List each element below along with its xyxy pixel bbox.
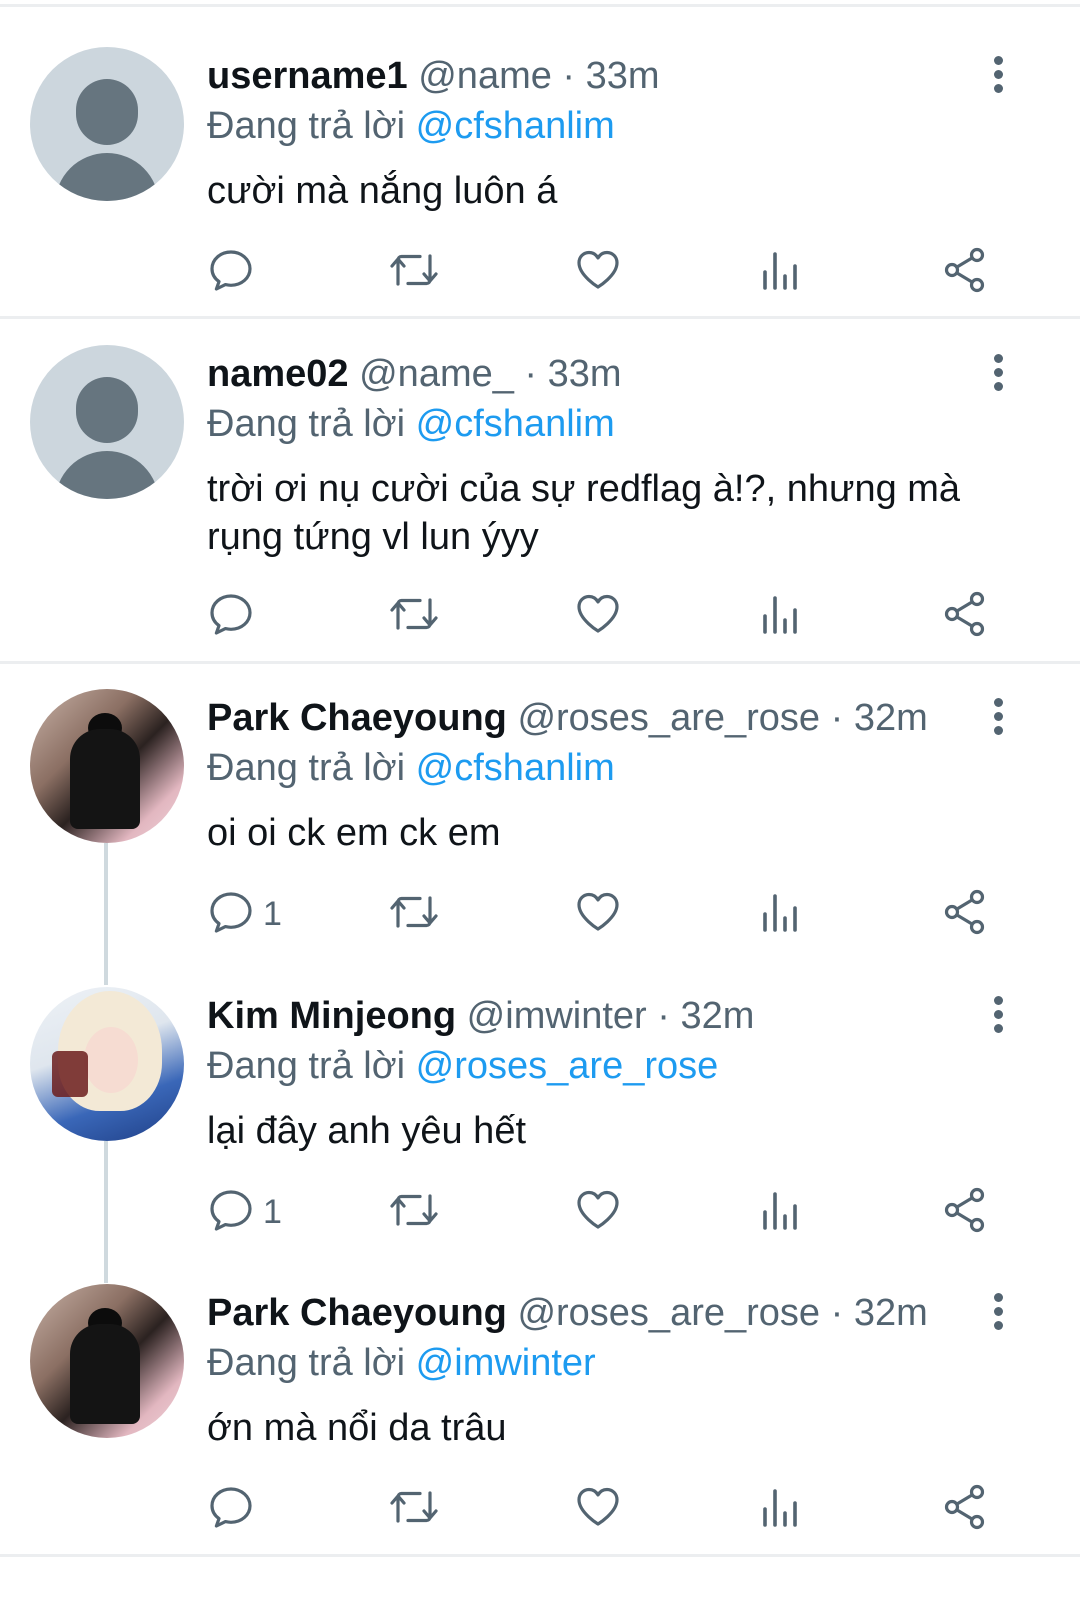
tweet-actions	[0, 246, 1080, 298]
tweet[interactable]: name02 @name_ · 33m Đang trả lời @cfshan…	[0, 298, 1080, 664]
views-button[interactable]	[757, 246, 817, 298]
more-icon[interactable]	[984, 352, 1012, 392]
more-icon[interactable]	[984, 696, 1012, 736]
like-button[interactable]	[574, 1483, 634, 1535]
replying-to-label: Đang trả lời	[207, 403, 406, 445]
share-button[interactable]	[941, 1186, 1001, 1238]
replying-to: Đang trả lời @imwinter	[207, 1341, 596, 1385]
share-button[interactable]	[941, 590, 1001, 642]
share-button[interactable]	[941, 246, 1001, 298]
reply-button[interactable]	[207, 1483, 327, 1535]
like-button[interactable]	[574, 888, 634, 940]
reply-feed: username1 @name · 33m Đang trả lời @cfsh…	[0, 0, 1080, 1597]
like-button[interactable]	[574, 246, 634, 298]
retweet-button[interactable]	[386, 246, 446, 298]
retweet-button[interactable]	[386, 590, 446, 642]
more-icon[interactable]	[984, 1291, 1012, 1331]
tweet[interactable]: Park Chaeyoung @roses_are_rose · 32m Đan…	[0, 642, 1080, 942]
tweet-text: lại đây anh yêu hết	[207, 1110, 527, 1152]
author-name[interactable]: Kim Minjeong	[207, 995, 456, 1037]
tweet-divider	[0, 1554, 1080, 1557]
tweet-actions: 1	[0, 1186, 1080, 1238]
tweet[interactable]: username1 @name · 33m Đang trả lời @cfsh…	[0, 0, 1080, 320]
replying-to: Đang trả lời @cfshanlim	[207, 746, 615, 790]
author-name[interactable]: username1	[207, 55, 408, 97]
reply-button[interactable]	[207, 590, 327, 642]
profile-photo-avatar[interactable]	[30, 987, 184, 1141]
reply-count: 1	[263, 1193, 282, 1231]
like-button[interactable]	[574, 590, 634, 642]
tweet[interactable]: Park Chaeyoung @roses_are_rose · 32m Đan…	[0, 1237, 1080, 1557]
mention-link[interactable]: @cfshanlim	[416, 105, 615, 147]
retweet-button[interactable]	[386, 888, 446, 940]
retweet-button[interactable]	[386, 1186, 446, 1238]
tweet-text: cười mà nắng luôn á	[207, 170, 558, 212]
tweet-actions	[0, 1483, 1080, 1535]
author-handle: @imwinter · 32m	[466, 995, 755, 1037]
reply-button[interactable]	[207, 246, 327, 298]
more-icon[interactable]	[984, 994, 1012, 1034]
default-avatar[interactable]	[30, 47, 184, 201]
mention-link[interactable]: @imwinter	[416, 1342, 596, 1384]
views-button[interactable]	[757, 1186, 817, 1238]
replying-to-label: Đang trả lời	[207, 105, 406, 147]
replying-to-label: Đang trả lời	[207, 1045, 406, 1087]
views-button[interactable]	[757, 1483, 817, 1535]
share-button[interactable]	[941, 888, 1001, 940]
profile-photo-avatar[interactable]	[30, 689, 184, 843]
author-name[interactable]: name02	[207, 353, 349, 395]
views-button[interactable]	[757, 888, 817, 940]
author-handle: @name · 33m	[418, 55, 660, 97]
author-handle: @roses_are_rose · 32m	[517, 697, 928, 739]
replying-to-label: Đang trả lời	[207, 747, 406, 789]
replying-to: Đang trả lời @cfshanlim	[207, 104, 615, 148]
retweet-button[interactable]	[386, 1483, 446, 1535]
default-avatar[interactable]	[30, 345, 184, 499]
replying-to: Đang trả lời @cfshanlim	[207, 402, 615, 446]
replying-to: Đang trả lời @roses_are_rose	[207, 1044, 718, 1088]
tweet[interactable]: Kim Minjeong @imwinter · 32m Đang trả lờ…	[0, 940, 1080, 1240]
reply-button[interactable]: 1	[207, 1186, 327, 1238]
replying-to-label: Đang trả lời	[207, 1342, 406, 1384]
author-name[interactable]: Park Chaeyoung	[207, 1292, 507, 1334]
tweet-actions: 1	[0, 888, 1080, 940]
tweet-actions	[0, 590, 1080, 642]
reply-count: 1	[263, 895, 282, 933]
profile-photo-avatar[interactable]	[30, 1284, 184, 1438]
mention-link[interactable]: @cfshanlim	[416, 747, 615, 789]
tweet-text: trời ơi nụ cười của sự redflag à!?, nhưn…	[207, 468, 961, 558]
mention-link[interactable]: @cfshanlim	[416, 403, 615, 445]
mention-link[interactable]: @roses_are_rose	[416, 1045, 719, 1087]
like-button[interactable]	[574, 1186, 634, 1238]
reply-button[interactable]: 1	[207, 888, 327, 940]
views-button[interactable]	[757, 590, 817, 642]
tweet-text: ớn mà nổi da trâu	[207, 1407, 507, 1449]
author-handle: @roses_are_rose · 32m	[517, 1292, 928, 1334]
author-handle: @name_ · 33m	[359, 353, 622, 395]
share-button[interactable]	[941, 1483, 1001, 1535]
tweet-text: oi oi ck em ck em	[207, 812, 501, 854]
author-name[interactable]: Park Chaeyoung	[207, 697, 507, 739]
more-icon[interactable]	[984, 54, 1012, 94]
